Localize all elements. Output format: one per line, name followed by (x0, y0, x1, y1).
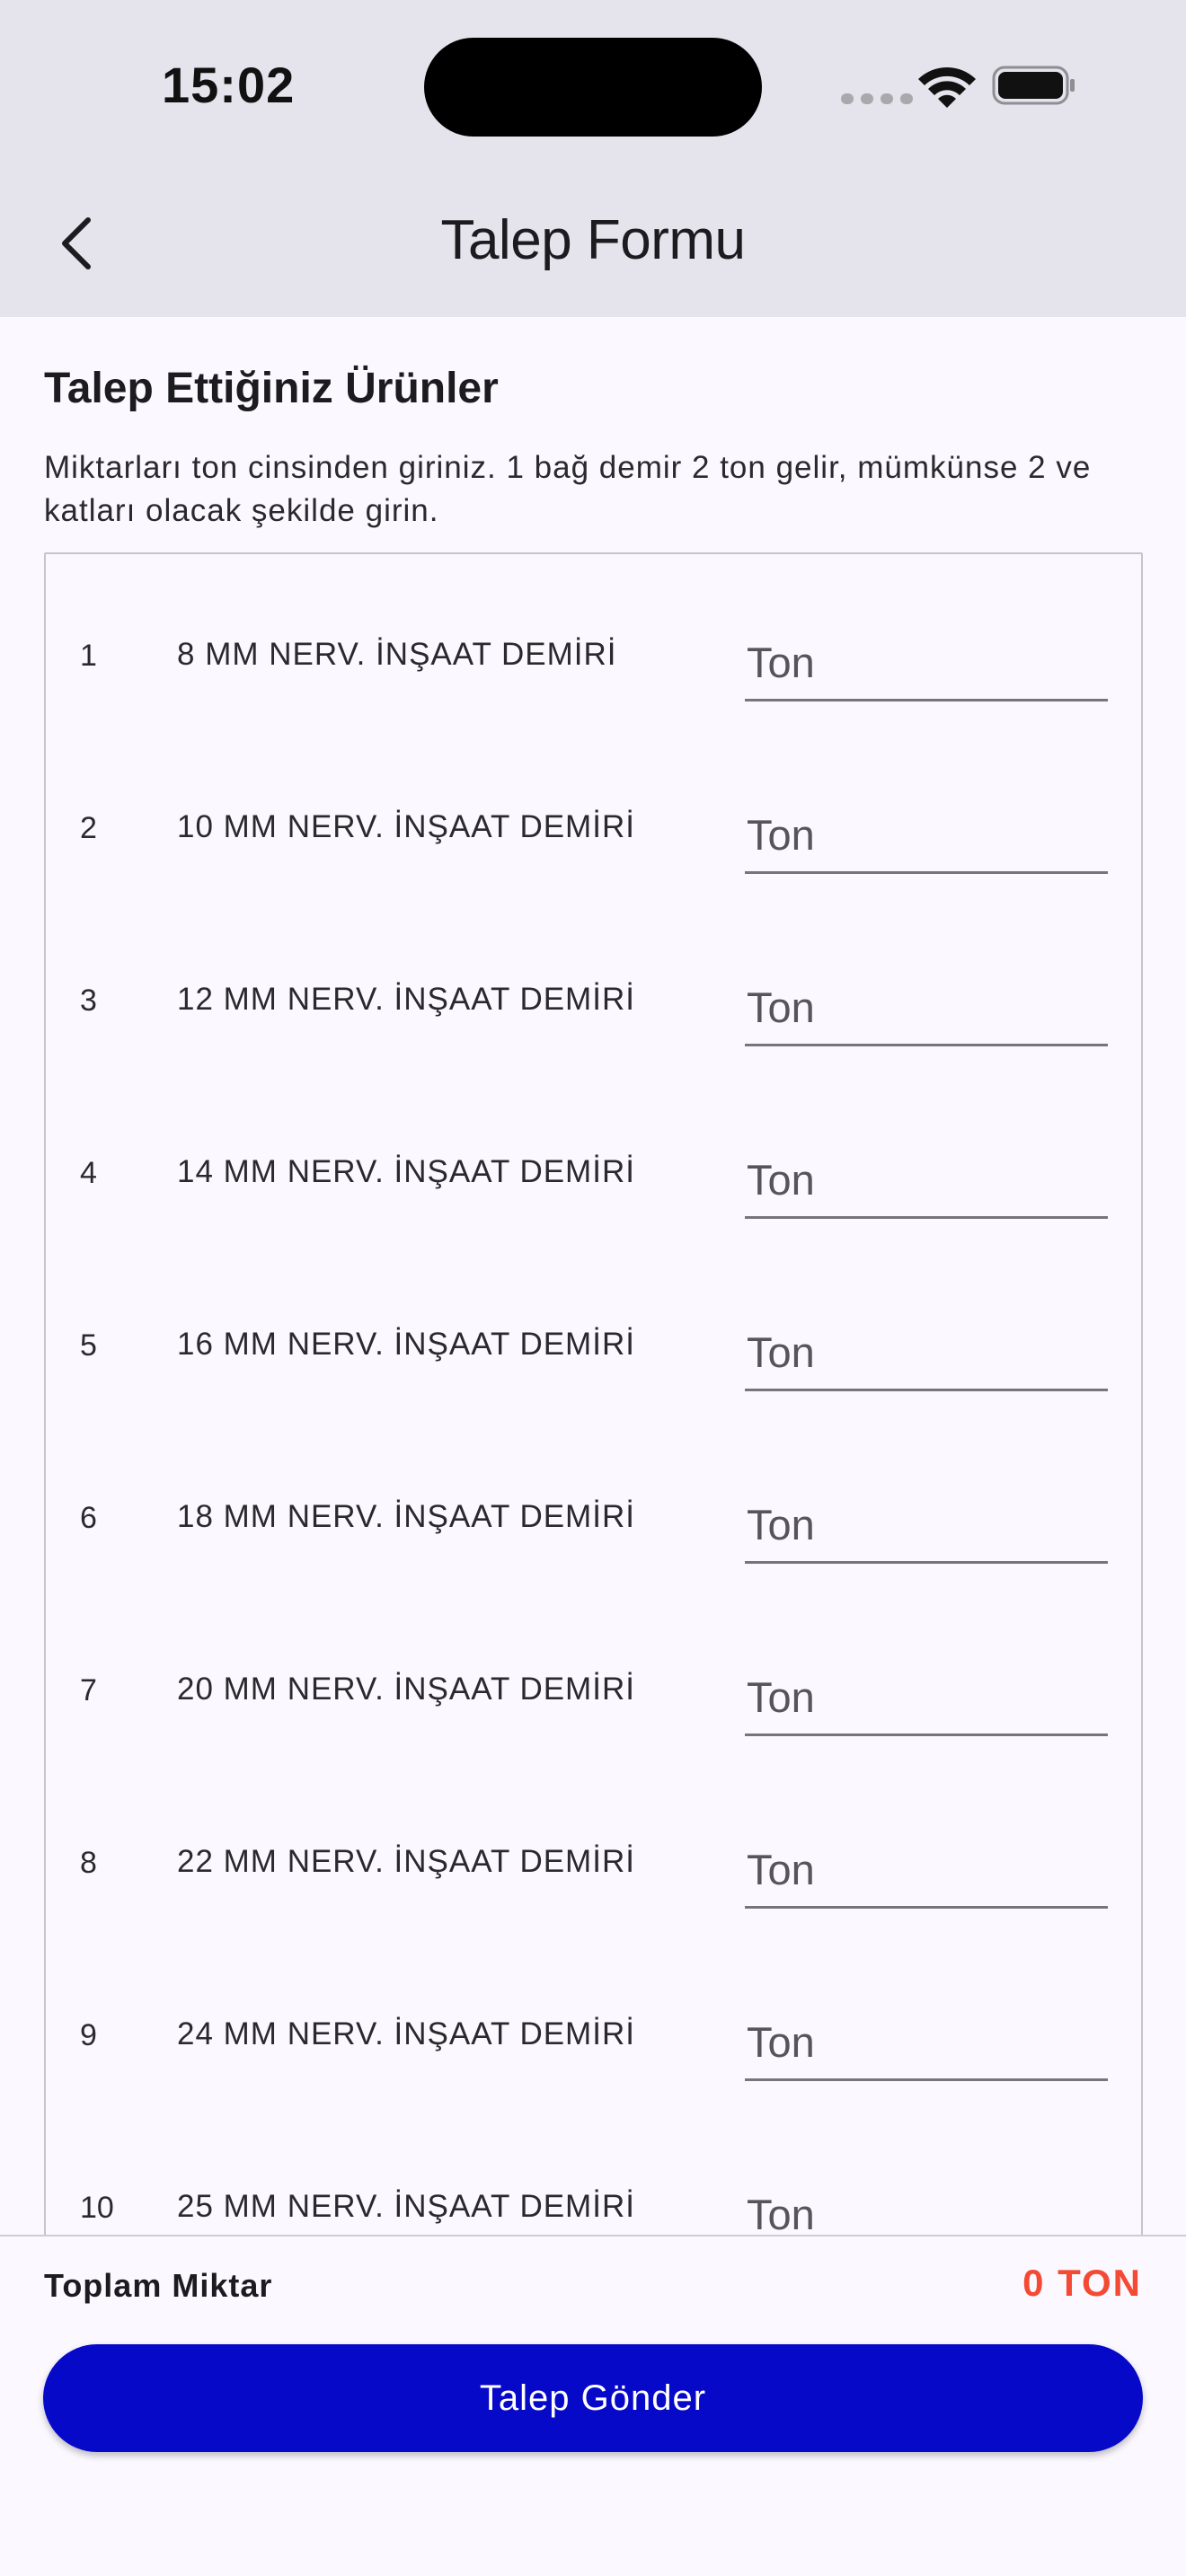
quantity-input[interactable] (745, 1661, 1108, 1736)
row-number: 6 (80, 1501, 97, 1535)
product-row: 5 16 MM NERV. İNŞAAT DEMİRİ (46, 1266, 1141, 1438)
row-number: 7 (80, 1673, 97, 1707)
quantity-input[interactable] (745, 971, 1108, 1046)
row-number: 1 (80, 639, 97, 673)
dynamic-island (424, 38, 762, 137)
page-title: Talep Formu (440, 209, 746, 271)
product-row: 4 14 MM NERV. İNŞAAT DEMİRİ (46, 1093, 1141, 1266)
quantity-input[interactable] (745, 626, 1108, 701)
quantity-input[interactable] (745, 2178, 1108, 2235)
quantity-input[interactable] (745, 1833, 1108, 1909)
product-list: 1 8 MM NERV. İNŞAAT DEMİRİ 2 10 MM NERV.… (44, 552, 1143, 2235)
quantity-input[interactable] (745, 1488, 1108, 1564)
top-bar: 15:02 Talep Formu (0, 0, 1186, 317)
row-number: 9 (80, 2018, 97, 2052)
product-name: 8 MM NERV. İNŞAAT DEMİRİ (177, 637, 617, 672)
product-name: 24 MM NERV. İNŞAAT DEMİRİ (177, 2016, 635, 2051)
product-row: 7 20 MM NERV. İNŞAAT DEMİRİ (46, 1610, 1141, 1783)
row-number: 2 (80, 811, 97, 845)
product-name: 18 MM NERV. İNŞAAT DEMİRİ (177, 1499, 635, 1534)
product-row: 1 8 MM NERV. İNŞAAT DEMİRİ (46, 576, 1141, 748)
status-time: 15:02 (162, 57, 296, 113)
product-name: 14 MM NERV. İNŞAAT DEMİRİ (177, 1154, 635, 1189)
product-row: 8 22 MM NERV. İNŞAAT DEMİRİ (46, 1783, 1141, 1955)
product-name: 10 MM NERV. İNŞAAT DEMİRİ (177, 809, 635, 844)
row-number: 4 (80, 1156, 97, 1190)
footer: Toplam Miktar 0 TON Talep Gönder (0, 2235, 1186, 2576)
quantity-input[interactable] (745, 1143, 1108, 1219)
product-name: 20 MM NERV. İNŞAAT DEMİRİ (177, 1672, 635, 1707)
submit-request-button[interactable]: Talep Gönder (43, 2344, 1143, 2452)
row-number: 8 (80, 1846, 97, 1880)
total-value: 0 TON (1022, 2262, 1142, 2304)
screen: 15:02 Talep Formu Talep Ettiğiniz Ürünle… (0, 0, 1186, 2576)
quantity-input[interactable] (745, 2006, 1108, 2081)
product-row: 9 24 MM NERV. İNŞAAT DEMİRİ (46, 1955, 1141, 2128)
product-name: 12 MM NERV. İNŞAAT DEMİRİ (177, 982, 635, 1017)
section-title: Talep Ettiğiniz Ürünler (44, 365, 499, 412)
quantity-input[interactable] (745, 1316, 1108, 1391)
cellular-signal-icon (841, 93, 913, 104)
product-name: 22 MM NERV. İNŞAAT DEMİRİ (177, 1844, 635, 1879)
battery-icon (992, 66, 1075, 105)
section-description: Miktarları ton cinsinden giriniz. 1 bağ … (44, 450, 1092, 528)
row-number: 10 (80, 2191, 114, 2225)
product-name: 16 MM NERV. İNŞAAT DEMİRİ (177, 1327, 635, 1362)
total-label: Toplam Miktar (44, 2267, 273, 2304)
row-number: 5 (80, 1328, 97, 1363)
product-row: 6 18 MM NERV. İNŞAAT DEMİRİ (46, 1438, 1141, 1610)
wifi-icon (918, 67, 976, 108)
quantity-input[interactable] (745, 798, 1108, 874)
content-area[interactable]: Talep Ettiğiniz Ürünler Miktarları ton c… (0, 317, 1186, 2235)
product-name: 25 MM NERV. İNŞAAT DEMİRİ (177, 2189, 635, 2224)
product-row: 3 12 MM NERV. İNŞAAT DEMİRİ (46, 921, 1141, 1093)
row-number: 3 (80, 984, 97, 1018)
product-row: 10 25 MM NERV. İNŞAAT DEMİRİ (46, 2128, 1141, 2235)
product-row: 2 10 MM NERV. İNŞAAT DEMİRİ (46, 748, 1141, 921)
